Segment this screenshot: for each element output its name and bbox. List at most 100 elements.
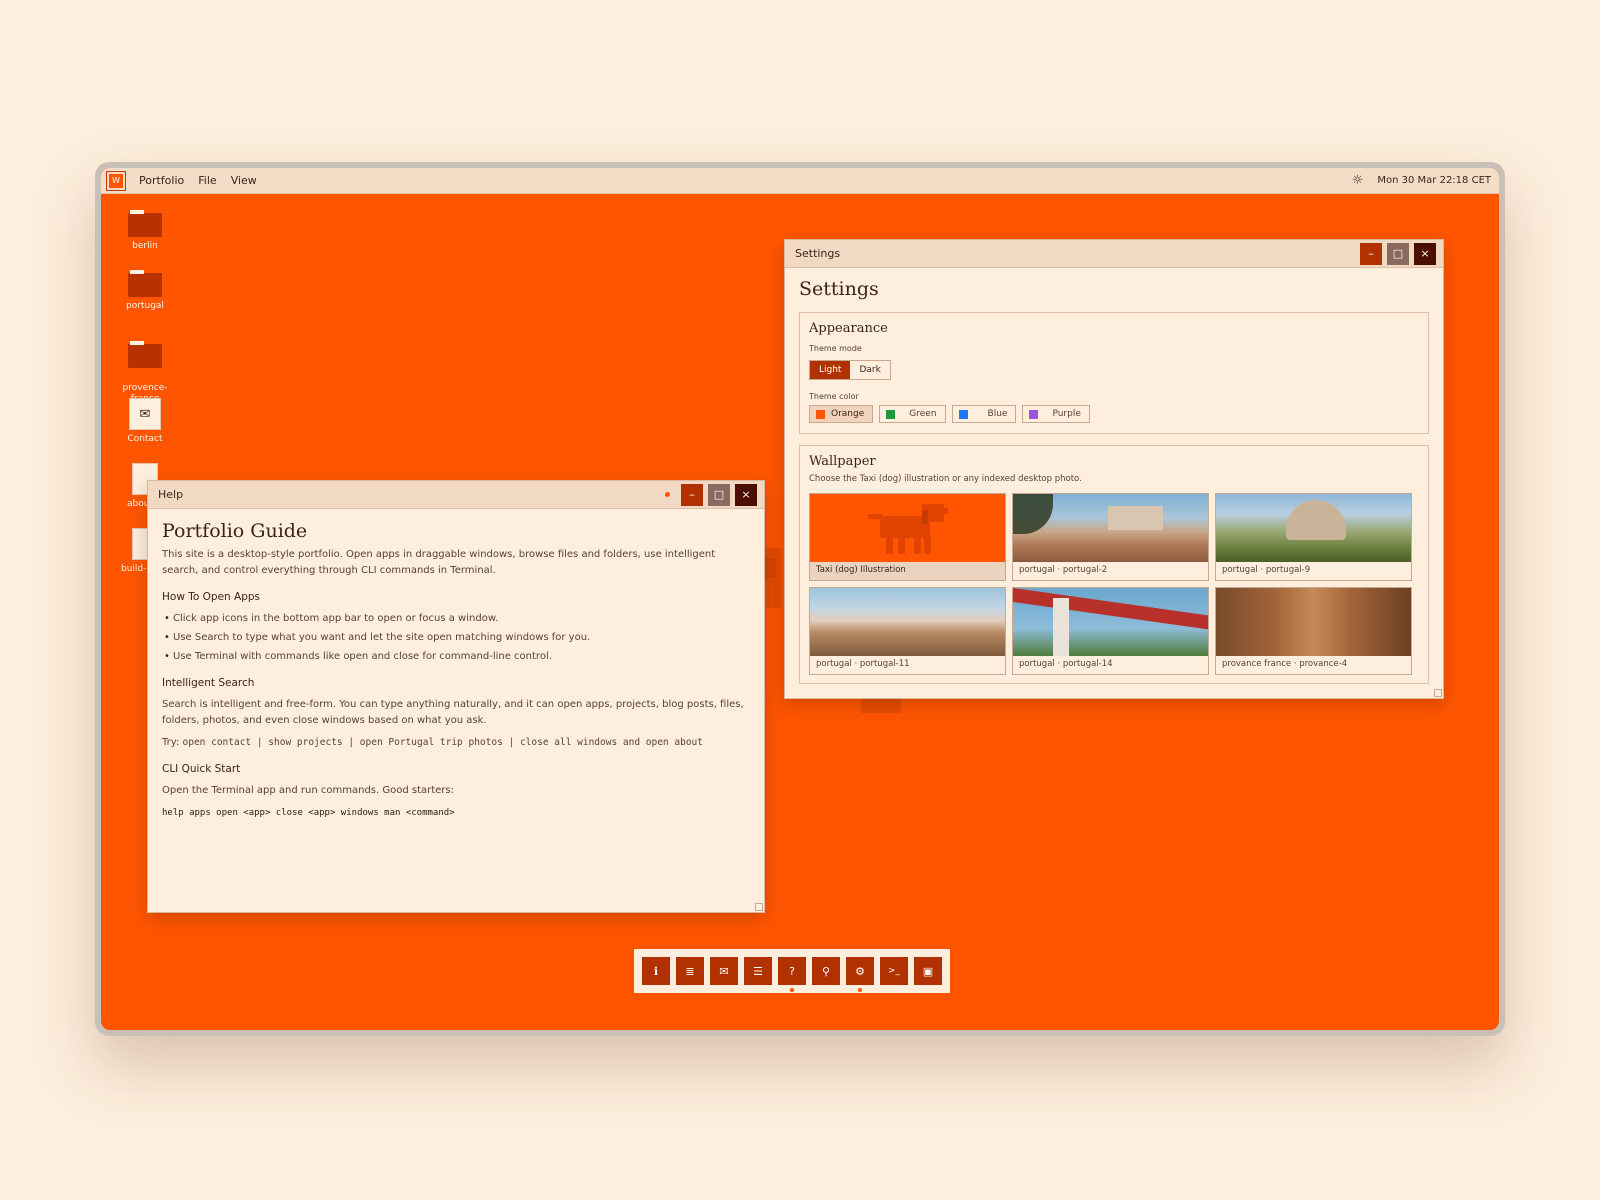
search-description: Search is intelligent and free-form. You…	[162, 699, 744, 726]
dock-settings-button[interactable]: ⚙	[846, 957, 874, 992]
wallpaper-option-provance-4[interactable]: provance france · provance-4	[1215, 587, 1412, 675]
color-swatch	[816, 409, 825, 419]
color-option-purple[interactable]: Purple	[1022, 405, 1090, 423]
photo-thumbnail	[1013, 494, 1208, 562]
help-heading: Portfolio Guide	[162, 520, 308, 542]
app-logo-icon[interactable]: W	[106, 170, 126, 191]
wallpaper-option-portugal-11[interactable]: portugal · portugal-11	[809, 587, 1006, 675]
photo-thumbnail	[1216, 588, 1411, 656]
wallpaper-panel: Wallpaper Choose the Taxi (dog) illustra…	[799, 445, 1429, 684]
app-dock: ℹ ≣ ✉ ☰ ? ⚲ ⚙ >_ ▣	[634, 949, 950, 993]
section-title: Intelligent Search	[162, 677, 255, 689]
help-intro: This site is a desktop-style portfolio. …	[162, 549, 716, 576]
help-content: Portfolio Guide This site is a desktop-s…	[148, 509, 764, 833]
desktop-icon-portugal[interactable]: portugal	[115, 270, 175, 312]
resize-handle[interactable]	[755, 903, 763, 911]
color-option-label: Blue	[987, 409, 1008, 419]
appearance-title: Appearance	[809, 321, 888, 336]
wallpaper-option-portugal-2[interactable]: portugal · portugal-2	[1012, 493, 1209, 581]
desktop-icon-berlin[interactable]: berlin	[115, 210, 175, 252]
theme-color-label: Theme color	[809, 392, 859, 401]
desktop-icon-label: berlin	[132, 241, 158, 251]
color-option-blue[interactable]: Blue	[951, 405, 1017, 423]
menu-view[interactable]: View	[231, 174, 257, 187]
wallpaper-caption: portugal · portugal-9	[1222, 565, 1311, 575]
menubar: W Portfolio File View ☼ Mon 30 Mar 22:18…	[101, 168, 1499, 194]
help-icon: ?	[789, 964, 795, 978]
unsaved-dot-icon	[665, 492, 670, 497]
dock-blog-button[interactable]: ≣	[676, 957, 704, 985]
clock: Mon 30 Mar 22:18 CET	[1377, 175, 1491, 186]
dock-search-button[interactable]: ⚲	[812, 957, 840, 985]
wallpaper-subtitle: Choose the Taxi (dog) illustration or an…	[809, 474, 1082, 484]
document-icon: ≣	[685, 964, 695, 978]
theme-light-button[interactable]: Light	[810, 361, 851, 379]
color-option-orange[interactable]: Orange	[809, 405, 874, 423]
device-frame: W Portfolio File View ☼ Mon 30 Mar 22:18…	[95, 162, 1505, 1036]
section-title: CLI Quick Start	[162, 763, 241, 775]
window-title: Help	[158, 488, 184, 501]
theme-mode-toggle: Light Dark	[809, 360, 891, 380]
open-apps-list: Click app icons in the bottom app bar to…	[162, 611, 750, 665]
photo-thumbnail	[1013, 588, 1208, 656]
wallpaper-caption: Taxi (dog) Illustration	[810, 562, 1005, 580]
dock-about-button[interactable]: ℹ	[642, 957, 670, 985]
gear-icon: ⚙	[855, 964, 865, 978]
wallpaper-option-portugal-9[interactable]: portugal · portugal-9	[1215, 493, 1412, 581]
desktop-icon-label: Contact	[127, 434, 163, 444]
theme-dark-button[interactable]: Dark	[850, 361, 889, 379]
terminal-icon: >_	[887, 966, 901, 976]
try-examples: Try: open contact | show projects | open…	[162, 735, 750, 751]
sun-icon[interactable]: ☼	[1352, 173, 1364, 188]
settings-titlebar[interactable]: Settings – □ ×	[785, 240, 1443, 268]
color-option-label: Green	[909, 409, 937, 419]
wallpaper-option-portugal-14[interactable]: portugal · portugal-14	[1012, 587, 1209, 675]
briefcase-icon: ▣	[922, 964, 934, 978]
desktop-icon-contact[interactable]: ✉ Contact	[115, 398, 175, 445]
folder-icon	[128, 341, 162, 368]
close-button[interactable]: ×	[1414, 242, 1436, 265]
desktop-icon-provence-france[interactable]: provence- france	[115, 333, 175, 405]
theme-mode-label: Theme mode	[809, 344, 862, 353]
wallpaper-caption: provance france · provance-4	[1222, 659, 1348, 669]
wallpaper-title: Wallpaper	[809, 454, 876, 469]
maximize-button[interactable]: □	[708, 483, 730, 506]
help-titlebar[interactable]: Help – □ ×	[148, 481, 764, 509]
dock-projects-button[interactable]: ☰	[744, 957, 772, 985]
try-commands: open contact | show projects | open Port…	[182, 737, 703, 748]
photo-thumbnail	[810, 588, 1005, 656]
wallpaper-grid: Taxi (dog) Illustration portugal · portu…	[809, 493, 1419, 675]
menu-file[interactable]: File	[198, 174, 216, 187]
dock-briefcase-button[interactable]: ▣	[914, 957, 942, 985]
dock-contact-button[interactable]: ✉	[710, 957, 738, 985]
dock-terminal-button[interactable]: >_	[880, 957, 908, 985]
help-window[interactable]: Help – □ × Portfolio Guide This site is …	[147, 480, 765, 913]
photo-thumbnail	[1216, 494, 1411, 562]
settings-window[interactable]: Settings – □ × Settings Appearance Theme…	[784, 239, 1444, 699]
list-icon: ☰	[753, 964, 763, 978]
list-item: Use Search to type what you want and let…	[162, 630, 750, 646]
cli-description: Open the Terminal app and run commands. …	[162, 785, 455, 796]
appearance-panel: Appearance Theme mode Light Dark Theme c…	[799, 312, 1429, 434]
color-swatch	[886, 409, 896, 419]
dog-illustration-thumbnail	[810, 494, 1005, 562]
color-option-green[interactable]: Green	[879, 405, 946, 423]
maximize-button[interactable]: □	[1387, 242, 1409, 265]
folder-icon	[128, 270, 162, 297]
list-item: Use Terminal with commands like open and…	[162, 649, 750, 665]
mail-icon: ✉	[719, 964, 729, 978]
color-option-label: Purple	[1052, 409, 1081, 419]
settings-heading: Settings	[799, 278, 879, 300]
minimize-button[interactable]: –	[1360, 242, 1382, 265]
minimize-button[interactable]: –	[681, 483, 703, 506]
resize-handle[interactable]	[1434, 689, 1442, 697]
dock-help-button[interactable]: ?	[778, 957, 806, 992]
section-title: How To Open Apps	[162, 591, 261, 603]
wallpaper-option-taxi[interactable]: Taxi (dog) Illustration	[809, 493, 1006, 581]
menu-portfolio[interactable]: Portfolio	[139, 174, 184, 187]
close-button[interactable]: ×	[735, 483, 757, 506]
cli-commands: help apps open <app> close <app> windows…	[162, 808, 455, 818]
try-label: Try:	[162, 737, 180, 748]
color-swatch	[1029, 409, 1039, 419]
mail-icon: ✉	[129, 398, 161, 430]
